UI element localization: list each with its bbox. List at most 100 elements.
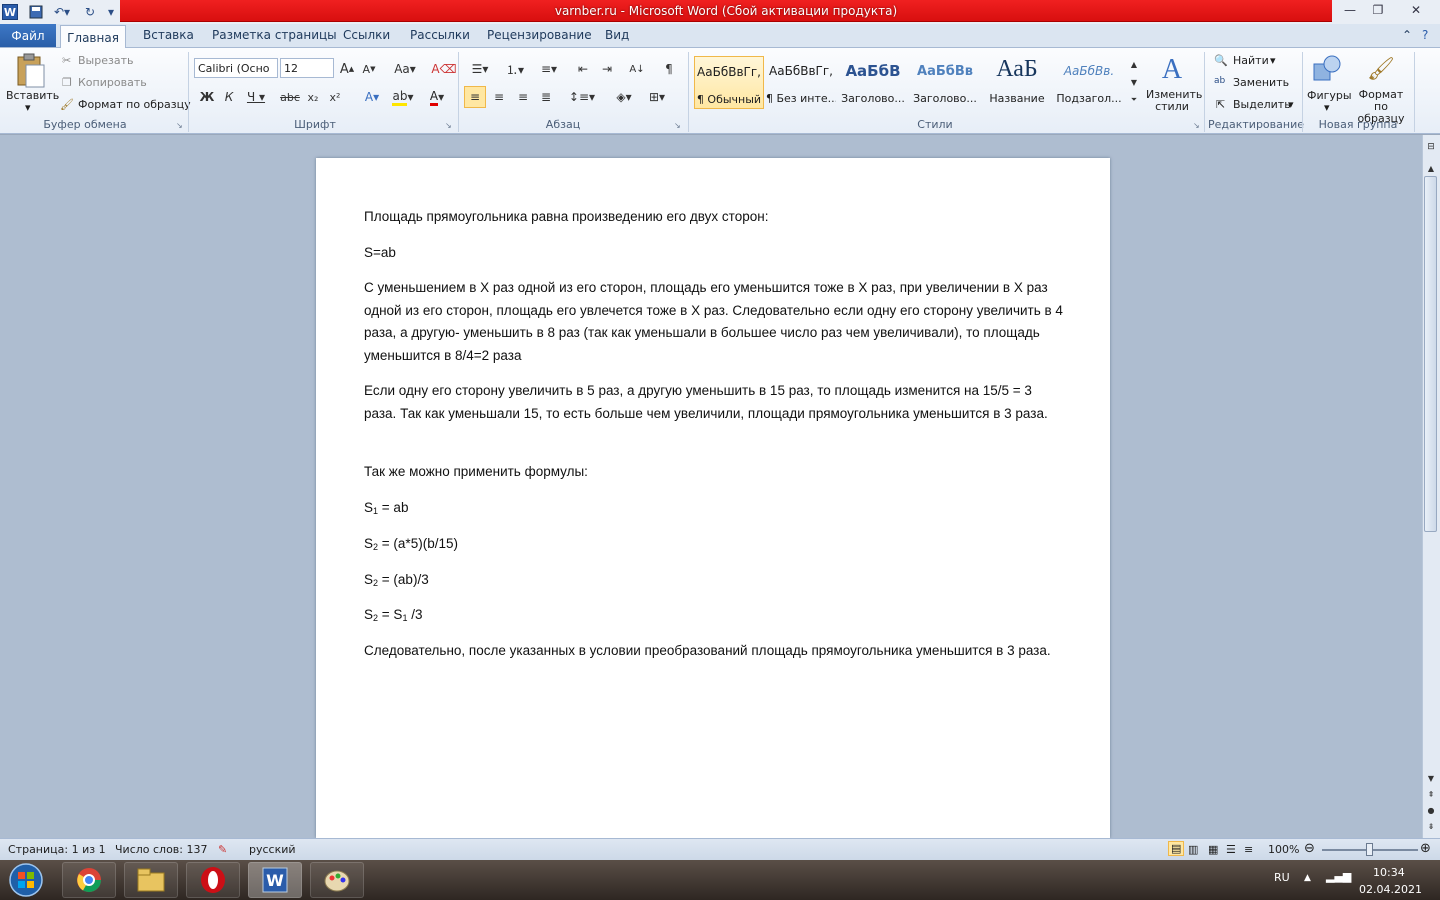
clock-time[interactable]: 10:34 [1373, 866, 1405, 879]
superscript-icon[interactable]: x² [326, 88, 344, 106]
web-layout-icon[interactable]: ▦ [1208, 843, 1218, 856]
line-spacing-icon[interactable]: ↕≡▾ [568, 88, 596, 106]
font-color-icon[interactable]: A ▾ [424, 88, 450, 106]
tab-references[interactable]: Ссылки [343, 28, 390, 42]
full-screen-reading-icon[interactable]: ▥ [1188, 843, 1198, 856]
styles-more-icon[interactable]: ⏷ [1128, 92, 1140, 108]
bold-icon[interactable]: Ж [198, 88, 216, 106]
undo-icon[interactable]: ↶▾ [48, 2, 76, 22]
increase-indent-icon[interactable]: ⇥ [598, 60, 616, 78]
select-dropdown-icon[interactable]: ▾ [1288, 98, 1294, 111]
start-button[interactable] [4, 862, 48, 898]
shading-icon[interactable]: ◈▾ [610, 88, 638, 106]
explorer-taskbar-button[interactable] [124, 862, 178, 898]
tab-view[interactable]: Вид [605, 28, 629, 42]
word-count[interactable]: Число слов: 137 [115, 843, 208, 856]
shapes-icon[interactable] [1310, 52, 1344, 86]
select-button[interactable]: Выделить [1233, 98, 1291, 111]
highlight-color-icon[interactable]: ab ▾ [390, 88, 416, 106]
zoom-out-icon[interactable]: ⊖ [1304, 841, 1315, 856]
ribbon-collapse-icon[interactable]: ⌃ [1402, 28, 1412, 42]
bullets-icon[interactable]: ☰▾ [466, 60, 494, 78]
align-left-icon[interactable]: ≡ [464, 86, 486, 108]
multilevel-list-icon[interactable]: ≡▾ [536, 60, 562, 78]
format-painter-large-icon[interactable]: 🖌 [1364, 52, 1398, 86]
help-icon[interactable]: ? [1422, 28, 1428, 42]
font-launcher-icon[interactable]: ↘ [445, 121, 452, 130]
align-right-icon[interactable]: ≡ [514, 88, 532, 106]
page-count[interactable]: Страница: 1 из 1 [8, 843, 106, 856]
zoom-slider-handle[interactable] [1366, 843, 1373, 856]
word-taskbar-button[interactable]: W [248, 862, 302, 898]
redo-icon[interactable]: ↻ [80, 2, 100, 22]
tab-review[interactable]: Рецензирование [487, 28, 592, 42]
tab-mailings[interactable]: Рассылки [410, 28, 470, 42]
language-indicator[interactable]: русский [249, 843, 296, 856]
outline-icon[interactable]: ☰ [1226, 843, 1236, 856]
text-effects-icon[interactable]: A▾ [360, 88, 384, 106]
chrome-taskbar-button[interactable] [62, 862, 116, 898]
clipboard-launcher-icon[interactable]: ↘ [176, 121, 183, 130]
find-button[interactable]: Найти [1233, 54, 1269, 67]
scrollbar-thumb[interactable] [1424, 176, 1437, 532]
styles-launcher-icon[interactable]: ↘ [1193, 121, 1200, 130]
shapes-dropdown-icon[interactable]: ▾ [1324, 101, 1330, 114]
close-button[interactable]: ✕ [1396, 0, 1436, 20]
minimize-button[interactable]: — [1336, 0, 1364, 20]
sort-icon[interactable]: A↓ [628, 60, 646, 78]
scroll-up-icon[interactable]: ▲ [1424, 162, 1438, 174]
grow-font-icon[interactable]: A ▲ [338, 60, 356, 78]
align-center-icon[interactable]: ≡ [490, 88, 508, 106]
justify-icon[interactable]: ≣ [537, 88, 555, 106]
style-no-spacing[interactable]: АаБбВвГг, ¶ Без инте... [766, 56, 836, 109]
style-title[interactable]: АаБ Название [982, 56, 1052, 109]
print-layout-icon[interactable]: ▤ [1168, 841, 1185, 856]
italic-icon[interactable]: К [220, 88, 238, 106]
subscript-icon[interactable]: x₂ [304, 88, 322, 106]
paint-taskbar-button[interactable] [310, 862, 364, 898]
next-page-icon[interactable]: ⇟ [1424, 820, 1438, 832]
tab-insert[interactable]: Вставка [143, 28, 194, 42]
decrease-indent-icon[interactable]: ⇤ [574, 60, 592, 78]
zoom-in-icon[interactable]: ⊕ [1420, 841, 1431, 856]
paste-button[interactable]: Вставить [6, 89, 59, 102]
style-heading-2[interactable]: АаБбВв Заголово... [910, 56, 980, 109]
numbering-icon[interactable]: ⒈▾ [500, 60, 530, 78]
style-subtitle[interactable]: АаБбВв. Подзагол... [1054, 56, 1124, 109]
underline-icon[interactable]: Ч ▾ [244, 88, 268, 106]
customize-quick-access-icon[interactable]: ▾ [104, 2, 118, 22]
browse-object-icon[interactable]: ● [1424, 804, 1438, 816]
change-styles-icon[interactable]: A [1154, 52, 1190, 88]
borders-icon[interactable]: ⊞▾ [644, 88, 670, 106]
network-icon[interactable]: ▂▄▆ [1326, 870, 1351, 883]
show-formatting-icon[interactable]: ¶ [660, 60, 678, 78]
paste-icon[interactable] [12, 52, 48, 90]
styles-scroll-up-icon[interactable]: ▲ [1128, 56, 1140, 72]
previous-page-icon[interactable]: ⇞ [1424, 788, 1438, 800]
cut-button[interactable]: Вырезать [78, 54, 133, 67]
find-dropdown-icon[interactable]: ▾ [1270, 54, 1276, 67]
ruler-toggle-icon[interactable]: ⊟ [1424, 140, 1438, 154]
change-styles-button[interactable]: Изменить стили [1146, 89, 1202, 113]
restore-button[interactable]: ❐ [1364, 0, 1392, 20]
clock-date[interactable]: 02.04.2021 [1359, 883, 1422, 896]
save-icon[interactable] [26, 2, 46, 22]
tab-home[interactable]: Главная [60, 25, 126, 49]
format-painter-button[interactable]: Формат по образцу [78, 98, 191, 111]
opera-taskbar-button[interactable] [186, 862, 240, 898]
font-name-combo[interactable]: Calibri (Осно [194, 58, 278, 78]
change-case-icon[interactable]: Aa▾ [392, 60, 418, 78]
proofing-icon[interactable]: ✎ [218, 843, 227, 856]
clear-formatting-icon[interactable]: A⌫ [431, 60, 456, 78]
keyboard-language[interactable]: RU [1274, 871, 1290, 884]
scroll-down-icon[interactable]: ▼ [1424, 772, 1438, 784]
word-app-icon[interactable]: W [2, 4, 18, 20]
copy-button[interactable]: Копировать [78, 76, 147, 89]
tab-file[interactable]: Файл [0, 24, 56, 47]
style-heading-1[interactable]: АаБбВ Заголово... [838, 56, 908, 109]
tab-page-layout[interactable]: Разметка страницы [212, 28, 337, 42]
shrink-font-icon[interactable]: A ▼ [360, 60, 378, 78]
draft-icon[interactable]: ≡ [1244, 843, 1253, 856]
strikethrough-icon[interactable]: abc [280, 88, 300, 106]
replace-button[interactable]: Заменить [1233, 76, 1289, 89]
